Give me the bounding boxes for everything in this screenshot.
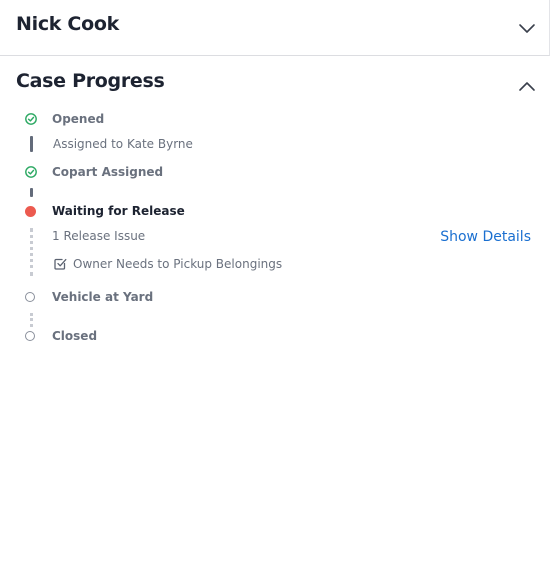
contact-name: Nick Cook	[16, 13, 119, 35]
timeline-connector	[30, 188, 33, 197]
step-closed-label: Closed	[52, 329, 98, 343]
chevron-down-icon[interactable]	[518, 23, 536, 35]
section-title: Case Progress	[16, 70, 165, 92]
release-issue-item: Owner Needs to Pickup Belongings	[73, 257, 283, 271]
contact-header[interactable]: Nick Cook	[0, 0, 550, 56]
assignment-text: Assigned to Kate Byrne	[53, 137, 193, 151]
pending-step-indicator	[25, 292, 35, 302]
release-issue-count: 1 Release Issue	[52, 229, 146, 243]
timeline-connector	[30, 136, 33, 152]
step-waiting-for-release-label: Waiting for Release	[52, 204, 185, 218]
check-circle-icon	[25, 113, 37, 125]
timeline-connector-pending	[30, 313, 33, 327]
chevron-up-icon[interactable]	[518, 80, 536, 92]
timeline-connector-pending	[30, 228, 33, 276]
case-panel: Nick Cook Case Progress Opened Assigned …	[0, 0, 550, 576]
current-step-indicator	[25, 206, 36, 217]
step-copart-assigned-label: Copart Assigned	[52, 165, 164, 179]
step-vehicle-at-yard-label: Vehicle at Yard	[52, 290, 154, 304]
check-circle-icon	[25, 166, 37, 178]
step-opened-label: Opened	[52, 112, 105, 126]
show-details-link[interactable]: Show Details	[440, 229, 531, 245]
checkbox-checked-icon	[54, 258, 67, 270]
pending-step-indicator	[25, 331, 35, 341]
